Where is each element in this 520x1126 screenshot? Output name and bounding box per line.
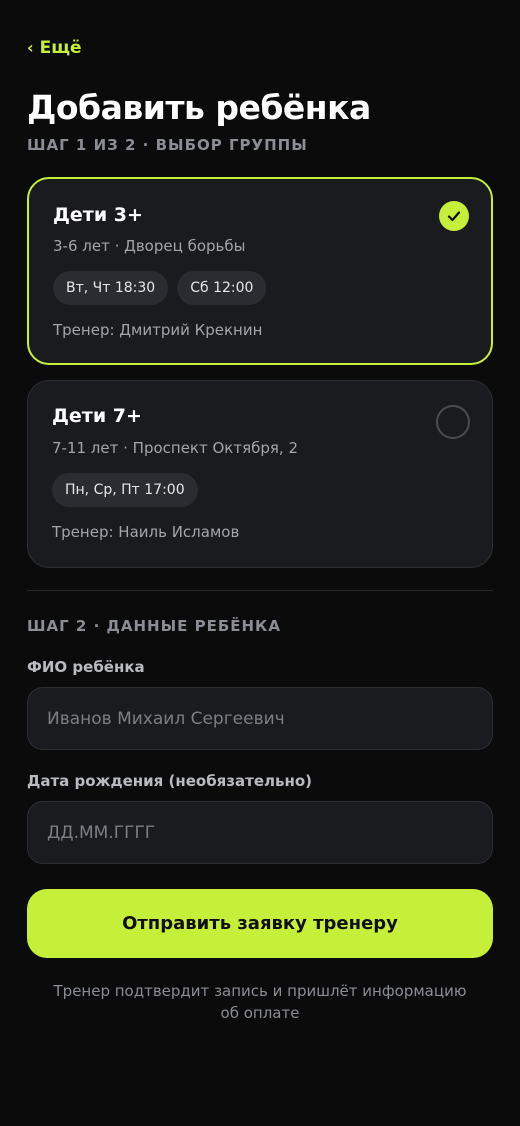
submit-request-button[interactable]: Отправить заявку тренеру <box>27 889 493 958</box>
step1-heading: ШАГ 1 ИЗ 2 · ВЫБОР ГРУППЫ <box>27 136 308 154</box>
group-subtitle: 3-6 лет · Дворец борьбы <box>53 237 246 255</box>
group-coach: Тренер: Дмитрий Крекнин <box>53 321 263 339</box>
page-title: Добавить ребёнка <box>27 88 371 127</box>
fio-label: ФИО ребёнка <box>27 658 145 676</box>
group-name: Дети 7+ <box>52 405 142 427</box>
group-subtitle: 7-11 лет · Проспект Октября, 2 <box>52 439 298 457</box>
schedule-chip: Пн, Ср, Пт 17:00 <box>52 473 198 507</box>
chevron-left-icon: ‹ <box>27 38 34 57</box>
radio-unselected-icon[interactable] <box>436 405 470 439</box>
confirmation-note: Тренер подтвердит запись и пришлёт инфор… <box>53 982 467 1022</box>
group-card-kids-7[interactable]: Дети 7+ 7-11 лет · Проспект Октября, 2 П… <box>27 380 493 568</box>
back-label: Ещё <box>39 38 82 58</box>
schedule-chips: Вт, Чт 18:30 Сб 12:00 <box>53 271 267 305</box>
fio-input[interactable] <box>27 687 493 750</box>
group-name: Дети 3+ <box>53 204 143 226</box>
schedule-chips: Пн, Ср, Пт 17:00 <box>52 473 198 507</box>
schedule-chip: Вт, Чт 18:30 <box>53 271 169 305</box>
birthdate-input[interactable] <box>27 801 493 864</box>
birthdate-label: Дата рождения (необязательно) <box>27 772 313 790</box>
back-link[interactable]: ‹ Ещё <box>27 38 82 58</box>
checkmark-icon <box>439 201 469 231</box>
group-card-kids-3[interactable]: Дети 3+ 3-6 лет · Дворец борьбы Вт, Чт 1… <box>27 177 493 365</box>
group-coach: Тренер: Наиль Исламов <box>52 523 240 541</box>
section-divider <box>27 590 493 591</box>
step2-heading: ШАГ 2 · ДАННЫЕ РЕБЁНКА <box>27 617 281 635</box>
schedule-chip: Сб 12:00 <box>177 271 267 305</box>
